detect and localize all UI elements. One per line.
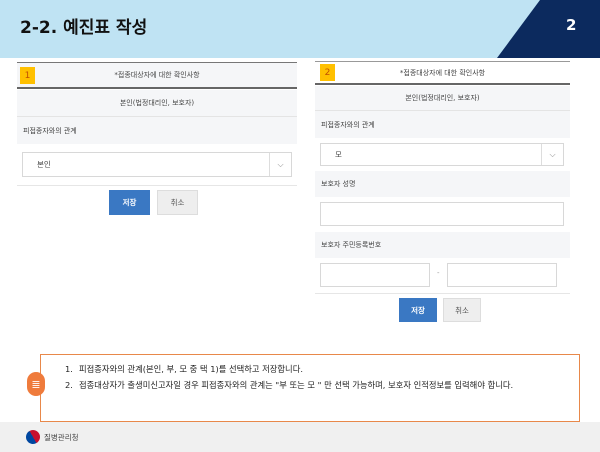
subheading-row: 본인(법정대리인, 보호자) [315, 86, 570, 111]
cancel-button[interactable]: 취소 [443, 298, 481, 322]
id-separator: - [437, 269, 440, 277]
guardian-id-label: 보호자 주민등록번호 [321, 241, 382, 249]
note-item: 1. 피접종자와의 관계(본인, 부, 모 중 택 1)를 선택하고 저장합니다. [65, 361, 579, 377]
guardian-id-front-input[interactable] [320, 263, 430, 287]
guardian-id-label-row: 보호자 주민등록번호 [315, 232, 570, 258]
save-button[interactable]: 저장 [109, 190, 150, 215]
chevron-down-icon: ⌵ [541, 144, 563, 165]
subheading-text: 본인(법정대리인, 보호자) [119, 99, 195, 107]
form-panel-2: 2 *접종대상자에 대한 확인사항 본인(법정대리인, 보호자) 피접종자와의 … [315, 61, 570, 326]
guardian-name-label: 보호자 성명 [321, 180, 356, 188]
note-text: 접종대상자가 출생미신고자일 경우 피접종자와의 관계는 "부 또는 모 " 만… [79, 380, 514, 390]
cancel-button[interactable]: 취소 [157, 190, 198, 215]
footer [0, 422, 600, 452]
note-number: 2. [65, 380, 73, 390]
chevron-down-icon: ⌵ [269, 153, 291, 176]
page-number: 2 [566, 16, 577, 34]
relation-label-row: 피접종자와의 관계 [17, 117, 297, 144]
page-title: 2-2. 예진표 작성 [20, 18, 148, 38]
divider [17, 185, 297, 186]
relation-select[interactable]: 모 ⌵ [320, 143, 564, 166]
heading-text: *접종대상자에 대한 확인사항 [114, 71, 200, 79]
step-badge: 2 [320, 64, 335, 81]
relation-select-value: 모 [335, 150, 342, 159]
relation-select[interactable]: 본인 ⌵ [22, 152, 292, 177]
guardian-id-back-input[interactable] [447, 263, 557, 287]
save-button[interactable]: 저장 [399, 298, 437, 322]
relation-select-value: 본인 [37, 160, 51, 169]
note-text: 피접종자와의 관계(본인, 부, 모 중 택 1)를 선택하고 저장합니다. [79, 364, 303, 374]
relation-label: 피접종자와의 관계 [23, 126, 77, 135]
relation-label-row: 피접종자와의 관계 [315, 111, 570, 138]
subheading-row: 본인(법정대리인, 보호자) [17, 90, 297, 117]
step-badge: 1 [20, 67, 35, 84]
divider [315, 293, 570, 294]
guardian-name-label-row: 보호자 성명 [315, 171, 570, 197]
relation-label: 피접종자와의 관계 [321, 120, 375, 129]
subheading-text: 본인(법정대리인, 보호자) [405, 94, 480, 102]
instruction-note: 1. 피접종자와의 관계(본인, 부, 모 중 택 1)를 선택하고 저장합니다.… [40, 354, 580, 422]
heading-text: *접종대상자에 대한 확인사항 [399, 68, 486, 77]
panel-heading: 2 *접종대상자에 대한 확인사항 [315, 61, 570, 85]
memo-icon: ≣ [27, 372, 45, 396]
note-number: 1. [65, 364, 73, 374]
form-panel-1: 1 *접종대상자에 대한 확인사항 본인(법정대리인, 보호자) 피접종자와의 … [17, 62, 297, 222]
guardian-name-input[interactable] [320, 202, 564, 226]
note-item: 2. 접종대상자가 출생미신고자일 경우 피접종자와의 관계는 "부 또는 모 "… [65, 377, 579, 393]
panel-heading: 1 *접종대상자에 대한 확인사항 [17, 62, 297, 89]
org-name: 질병관리청 [44, 433, 79, 442]
